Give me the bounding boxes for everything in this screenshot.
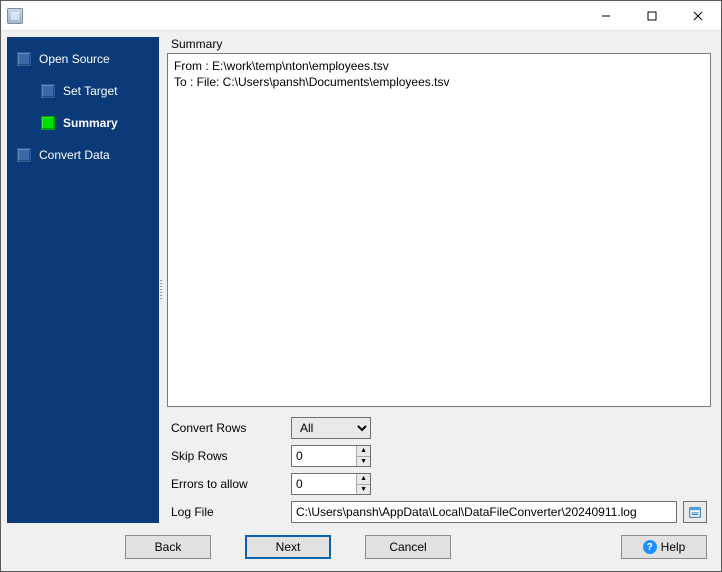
skip-rows-input[interactable] — [292, 446, 356, 466]
titlebar — [1, 1, 721, 31]
minimize-button[interactable] — [583, 1, 629, 30]
errors-label: Errors to allow — [171, 477, 291, 491]
wizard-steps-sidebar: Open Source Set Target Summary Convert D… — [7, 37, 159, 523]
step-marker-icon — [41, 84, 55, 98]
step-label: Convert Data — [39, 148, 110, 162]
step-label: Summary — [63, 116, 118, 130]
spin-down-icon[interactable]: ▼ — [357, 457, 370, 467]
step-open-source[interactable]: Open Source — [7, 47, 159, 71]
step-summary[interactable]: Summary — [31, 111, 159, 135]
open-file-icon — [688, 505, 702, 519]
errors-input[interactable] — [292, 474, 356, 494]
step-marker-icon — [17, 52, 31, 66]
app-icon — [7, 8, 23, 24]
step-set-target[interactable]: Set Target — [31, 79, 159, 103]
wizard-button-row: Back Next Cancel ? Help — [1, 523, 721, 571]
help-icon: ? — [643, 540, 657, 554]
options-form: Convert Rows All Skip Rows ▲ ▼ — [167, 417, 711, 523]
wizard-content: Summary From : E:\work\temp\nton\employe… — [163, 37, 715, 523]
maximize-button[interactable] — [629, 1, 675, 30]
back-button[interactable]: Back — [125, 535, 211, 559]
spin-down-icon[interactable]: ▼ — [357, 485, 370, 495]
wizard-window: Open Source Set Target Summary Convert D… — [0, 0, 722, 572]
summary-textbox[interactable]: From : E:\work\temp\nton\employees.tsv T… — [167, 53, 711, 407]
errors-spinner[interactable]: ▲ ▼ — [291, 473, 371, 495]
spin-up-icon[interactable]: ▲ — [357, 446, 370, 457]
cancel-button[interactable]: Cancel — [365, 535, 451, 559]
step-convert-data[interactable]: Convert Data — [7, 143, 159, 167]
spin-up-icon[interactable]: ▲ — [357, 474, 370, 485]
step-marker-icon — [17, 148, 31, 162]
step-label: Set Target — [63, 84, 117, 98]
next-button[interactable]: Next — [245, 535, 331, 559]
log-file-input[interactable] — [291, 501, 677, 523]
step-marker-icon — [41, 116, 55, 130]
log-file-label: Log File — [171, 505, 291, 519]
help-button[interactable]: ? Help — [621, 535, 707, 559]
skip-rows-label: Skip Rows — [171, 449, 291, 463]
splitter-handle[interactable] — [159, 37, 163, 523]
summary-heading: Summary — [171, 37, 711, 51]
skip-rows-spinner[interactable]: ▲ ▼ — [291, 445, 371, 467]
close-button[interactable] — [675, 1, 721, 30]
step-label: Open Source — [39, 52, 110, 66]
browse-log-button[interactable] — [683, 501, 707, 523]
convert-rows-select[interactable]: All — [291, 417, 371, 439]
convert-rows-label: Convert Rows — [171, 421, 291, 435]
